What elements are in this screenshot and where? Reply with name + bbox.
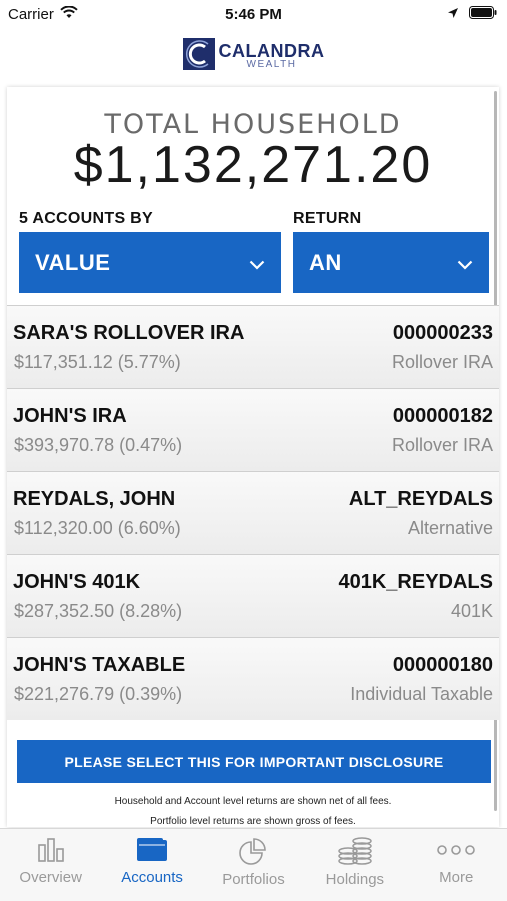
status-left: Carrier	[0, 5, 78, 23]
chevron-down-icon	[457, 250, 473, 276]
account-value: $287,352.50 (8.28%)	[14, 601, 183, 621]
tab-label: Holdings	[325, 871, 385, 888]
coins-icon	[337, 837, 373, 865]
account-row[interactable]: REYDALS, JOHN $112,320.00 (6.60%) ALT_RE…	[7, 471, 499, 554]
bar-chart-icon	[37, 837, 65, 863]
wifi-icon	[60, 5, 78, 23]
location-arrow-icon	[447, 6, 459, 23]
account-type: 401K	[450, 601, 493, 621]
account-value: $117,351.12 (5.77%)	[14, 352, 181, 372]
tab-portfolios[interactable]: Portfolios	[203, 829, 303, 888]
disclosure-button[interactable]: PLEASE SELECT THIS FOR IMPORTANT DISCLOS…	[17, 740, 491, 783]
account-value: $221,276.79 (0.39%)	[14, 684, 183, 704]
brand-logo: CALANDRA WEALTH	[0, 37, 507, 75]
account-value: $393,970.78 (0.47%)	[14, 435, 183, 455]
tab-bar: Overview Accounts Portfolios Holdings Mo…	[0, 828, 507, 901]
tab-label: Overview	[19, 869, 82, 886]
account-name: REYDALS, JOHN	[13, 488, 176, 510]
household-card: TOTAL HOUSEHOLD $1,132,271.20 5 ACCOUNTS…	[7, 87, 499, 827]
tab-label: Accounts	[121, 869, 183, 886]
calandra-logo-icon	[182, 37, 215, 75]
account-number: 000000233	[392, 322, 493, 344]
account-name: JOHN'S IRA	[13, 405, 127, 427]
wallet-icon	[136, 837, 168, 863]
account-name: JOHN'S TAXABLE	[13, 654, 186, 676]
sort-by-value: VALUE	[35, 249, 111, 275]
carrier-label: Carrier	[8, 5, 54, 23]
pie-chart-icon	[238, 837, 268, 865]
more-dots-icon	[436, 837, 476, 863]
account-row[interactable]: JOHN'S 401K $287,352.50 (8.28%) 401K_REY…	[7, 554, 499, 637]
tab-more[interactable]: More	[406, 829, 506, 886]
sort-by-dropdown[interactable]: VALUE	[19, 232, 281, 293]
tab-accounts[interactable]: Accounts	[102, 829, 202, 886]
total-household-value: $1,132,271.20	[73, 136, 433, 194]
status-right	[447, 5, 507, 23]
tab-label: Portfolios	[222, 871, 285, 888]
account-number: 000000182	[392, 405, 493, 427]
return-label: RETURN	[293, 210, 362, 227]
return-value: AN	[309, 249, 342, 275]
return-dropdown[interactable]: AN	[293, 232, 489, 293]
logo-subtitle: WEALTH	[246, 59, 297, 70]
logo-text: CALANDRA WEALTH	[219, 42, 325, 70]
accounts-list: SARA'S ROLLOVER IRA $117,351.12 (5.77%) …	[7, 305, 499, 720]
account-type: Individual Taxable	[350, 684, 493, 704]
account-type: Alternative	[407, 518, 493, 538]
account-name: SARA'S ROLLOVER IRA	[13, 322, 245, 344]
account-number: 000000180	[392, 654, 493, 676]
account-row[interactable]: JOHN'S TAXABLE $221,276.79 (0.39%) 00000…	[7, 637, 499, 720]
tab-holdings[interactable]: Holdings	[305, 829, 405, 888]
net-of-fees-note: Household and Account level returns are …	[114, 796, 392, 807]
tab-overview[interactable]: Overview	[1, 829, 101, 886]
account-type: Rollover IRA	[391, 435, 493, 455]
accounts-by-label: 5 ACCOUNTS BY	[19, 210, 153, 227]
battery-icon	[469, 5, 497, 23]
chevron-down-icon	[249, 250, 265, 276]
status-bar: Carrier 5:46 PM	[0, 0, 507, 28]
account-name: JOHN'S 401K	[13, 571, 141, 593]
account-row[interactable]: JOHN'S IRA $393,970.78 (0.47%) 000000182…	[7, 388, 499, 471]
account-type: Rollover IRA	[391, 352, 493, 372]
account-row[interactable]: SARA'S ROLLOVER IRA $117,351.12 (5.77%) …	[7, 305, 499, 388]
account-number: ALT_REYDALS	[348, 488, 493, 510]
logo-name: CALANDRA	[218, 41, 325, 61]
account-number: 401K_REYDALS	[338, 571, 493, 593]
tab-label: More	[439, 869, 474, 886]
gross-of-fees-note: Portfolio level returns are shown gross …	[150, 816, 356, 827]
account-value: $112,320.00 (6.60%)	[14, 518, 181, 538]
